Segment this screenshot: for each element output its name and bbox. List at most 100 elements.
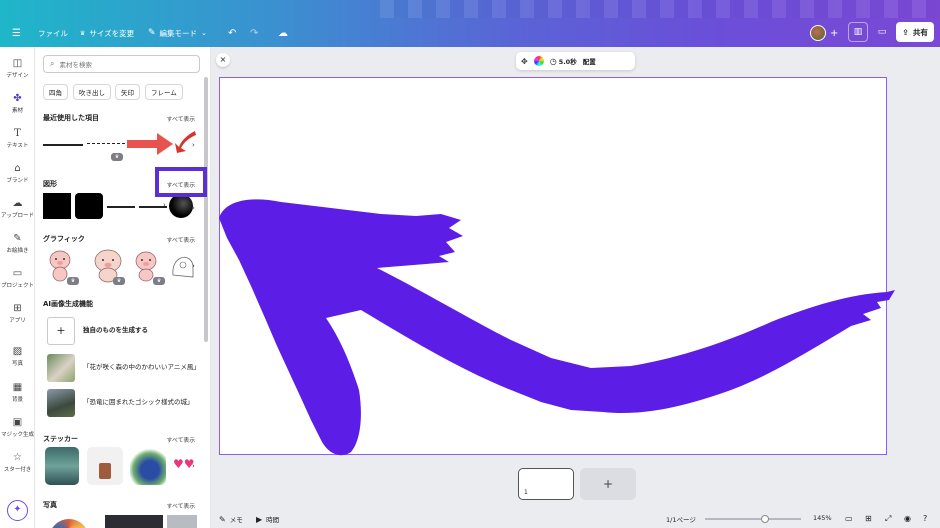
- magic-assistant-button[interactable]: ✦: [7, 500, 28, 521]
- menu-button[interactable]: ☰: [12, 24, 21, 42]
- red-arrow-element[interactable]: [127, 133, 175, 155]
- ai-prompt-castle[interactable]: 「恐竜に囲まれたゴシック様式の城」: [47, 389, 203, 417]
- grid-view-button[interactable]: ⊞: [865, 514, 872, 523]
- help-button[interactable]: ?: [923, 514, 927, 523]
- sticker-card-2[interactable]: [87, 447, 123, 485]
- file-menu[interactable]: ファイル: [38, 24, 68, 42]
- chevron-right-icon[interactable]: ›: [192, 462, 195, 470]
- rail-item-photos[interactable]: ▨ 写真: [0, 347, 35, 368]
- photo-thumb-1[interactable]: [49, 519, 89, 528]
- rail-label: 素材: [11, 108, 23, 114]
- see-all-stickers[interactable]: すべて表示: [167, 435, 195, 444]
- star-icon: ☆: [13, 452, 22, 463]
- rail-item-elements[interactable]: ✤ 素材: [0, 94, 35, 115]
- section-title-shapes: 図形: [43, 180, 57, 188]
- sticker-card-1[interactable]: [45, 447, 79, 485]
- shape-circle-element[interactable]: [169, 194, 193, 218]
- cake-sticker: [99, 463, 111, 479]
- rail-item-text[interactable]: T テキスト: [0, 129, 35, 150]
- brand-icon: ⌂: [14, 163, 21, 174]
- premium-crown-icon: ♛: [113, 277, 125, 285]
- castle-thumbnail: [47, 389, 75, 417]
- shape-square-element[interactable]: [43, 193, 71, 219]
- purple-brush-arrow[interactable]: [211, 190, 901, 460]
- chevron-right-icon[interactable]: ›: [192, 141, 195, 149]
- chip-square[interactable]: 四角: [43, 84, 68, 100]
- section-title-graphics: グラフィック: [43, 235, 85, 243]
- panel-scrollbar[interactable]: [204, 77, 208, 342]
- color-wheel-icon[interactable]: [533, 56, 544, 66]
- photo-thumb-3[interactable]: [167, 515, 197, 528]
- cloud-save-button[interactable]: ☁: [278, 24, 288, 42]
- shape-rounded-square-element[interactable]: [75, 193, 103, 219]
- chevron-right-icon[interactable]: ›: [192, 262, 195, 270]
- apps-icon: ⊞: [13, 303, 22, 314]
- see-all-recent[interactable]: すべて表示: [167, 114, 195, 123]
- share-button[interactable]: ⇪ 共有: [896, 22, 934, 42]
- ai-prompt-forest[interactable]: 「花が咲く森の中のかわいいアニメ風」: [47, 354, 203, 382]
- search-icon: ⌕: [50, 59, 55, 68]
- notes-button[interactable]: ✎ メモ: [219, 514, 243, 525]
- rail-item-draw[interactable]: ✎ お絵描き: [0, 233, 35, 255]
- add-page-button[interactable]: +: [580, 468, 636, 500]
- rail-item-design[interactable]: ◫ デザイン: [0, 59, 35, 80]
- recent-dashed-arrow-element[interactable]: [87, 143, 125, 144]
- timer-label: 時間: [266, 516, 280, 524]
- comments-button[interactable]: ▭: [872, 22, 892, 42]
- resize-button[interactable]: ♛ サイズを変更: [80, 24, 134, 42]
- rail-item-magic[interactable]: ▣ マジック生成: [0, 418, 35, 439]
- checklist-button[interactable]: ◉: [904, 514, 911, 523]
- arrowhead-icon: ›: [163, 201, 166, 209]
- redo-button[interactable]: ↷: [250, 24, 258, 42]
- rail-item-upload[interactable]: ☁ アップロード: [0, 199, 35, 220]
- recent-line-element[interactable]: [43, 144, 83, 146]
- rail-item-brand[interactable]: ⌂ ブランド: [0, 163, 35, 185]
- pencil-icon: ✎: [148, 28, 156, 38]
- see-all-graphics[interactable]: すべて表示: [167, 235, 195, 244]
- zoom-slider-knob[interactable]: [760, 515, 769, 523]
- photo-thumb-2[interactable]: [105, 515, 163, 528]
- undo-button[interactable]: ↶: [228, 24, 236, 42]
- search-input[interactable]: ⌕ 素材を検索: [43, 55, 200, 73]
- fullscreen-button[interactable]: ⤢: [885, 514, 891, 524]
- chip-speech-bubble[interactable]: 吹き出し: [73, 84, 111, 100]
- add-collaborator-button[interactable]: +: [830, 24, 838, 42]
- close-panel-button[interactable]: ×: [216, 53, 230, 67]
- ai-generate-own[interactable]: + 独自のものを生成する: [47, 317, 203, 345]
- rail-item-background[interactable]: ▦ 背景: [0, 383, 35, 404]
- page-view-button[interactable]: ▭: [845, 514, 853, 523]
- chip-frame[interactable]: フレーム: [145, 84, 183, 100]
- rail-item-starred[interactable]: ☆ スター付き: [0, 452, 35, 474]
- highlight-annotation: [155, 167, 207, 197]
- help-icon: ?: [923, 514, 928, 523]
- magic-edit-icon[interactable]: ✥: [521, 57, 528, 66]
- clock-icon: ◷: [549, 56, 557, 66]
- share-label: 共有: [912, 27, 928, 37]
- insights-button[interactable]: ▥: [848, 22, 868, 42]
- rail-label: お絵描き: [6, 248, 29, 254]
- rail-item-apps[interactable]: ⊞ アプリ: [0, 303, 35, 325]
- sticker-card-3[interactable]: [130, 447, 166, 485]
- shape-line-element[interactable]: [107, 206, 135, 208]
- see-all-photos[interactable]: すべて表示: [167, 501, 195, 510]
- page-thumbnail[interactable]: 1: [518, 468, 574, 500]
- chevron-down-icon: ⌄: [201, 29, 207, 37]
- zoom-slider[interactable]: [705, 515, 801, 523]
- resize-label: サイズを変更: [89, 28, 135, 38]
- rail-item-projects[interactable]: ▭ プロジェクト: [0, 269, 35, 290]
- draw-icon: ✎: [13, 233, 22, 244]
- timer-button[interactable]: ▶ 時間: [256, 514, 280, 525]
- ai-item-label: 「恐竜に囲まれたゴシック様式の城」: [83, 398, 194, 407]
- check-circle-icon: ◉: [904, 514, 911, 523]
- chevron-right-icon[interactable]: ›: [192, 204, 195, 212]
- sticker-card-4[interactable]: ♥♥: [173, 457, 195, 473]
- duration-button[interactable]: ◷ 5.0秒: [549, 56, 577, 67]
- section-title-recent: 最近使用した項目: [43, 114, 99, 122]
- edit-mode-dropdown[interactable]: ✎ 編集モード ⌄: [148, 24, 207, 42]
- zoom-level[interactable]: 145%: [813, 514, 832, 522]
- redo-icon: ↷: [250, 27, 259, 39]
- chip-arrow[interactable]: 矢印: [115, 84, 140, 100]
- close-icon: ×: [219, 55, 227, 64]
- arrange-button[interactable]: 配置: [583, 56, 596, 66]
- avatar[interactable]: [810, 25, 826, 41]
